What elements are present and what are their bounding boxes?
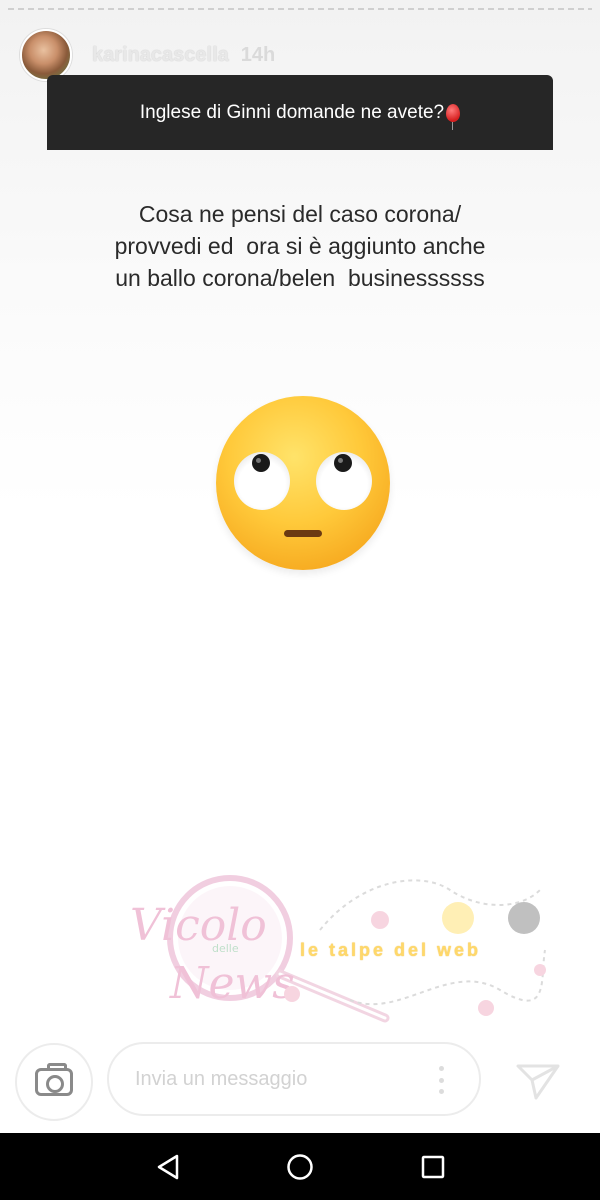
- balloon-icon: [446, 103, 461, 130]
- question-sticker: Inglese di Ginni domande ne avete?: [47, 75, 553, 150]
- answer-line-1: Cosa ne pensi del caso corona/: [138, 201, 462, 227]
- mouth: [284, 530, 322, 537]
- svg-text:Vicolo: Vicolo: [130, 900, 267, 951]
- android-nav-bar: [0, 1133, 600, 1200]
- rolling-eyes-emoji-icon: [216, 396, 390, 570]
- username[interactable]: karinacascella: [92, 44, 229, 67]
- question-text: Inglese di Ginni domande ne avete?: [139, 101, 445, 123]
- svg-text:delle: delle: [212, 942, 239, 955]
- reply-bar: [0, 1030, 600, 1133]
- home-icon[interactable]: [284, 1151, 316, 1183]
- left-eye: [234, 452, 290, 510]
- back-icon[interactable]: [152, 1151, 184, 1183]
- more-vertical-icon[interactable]: [437, 1066, 445, 1094]
- svg-text:News: News: [169, 958, 295, 1009]
- recent-apps-icon[interactable]: [417, 1151, 449, 1183]
- answer-line-3: un ballo corona/belen businessssss: [115, 265, 485, 291]
- story-view[interactable]: karinacascella 14h Inglese di Ginni doma…: [0, 0, 600, 1133]
- answer-line-2: provvedi ed ora si è aggiunto anche: [114, 233, 486, 259]
- send-icon[interactable]: [512, 1054, 564, 1106]
- message-input[interactable]: [107, 1042, 481, 1116]
- camera-button[interactable]: [15, 1043, 93, 1121]
- story-header: karinacascella 14h: [20, 29, 276, 81]
- avatar[interactable]: [20, 29, 72, 81]
- watermark-tagline: le talpe del web: [300, 940, 482, 960]
- story-progress-bar: [8, 8, 592, 11]
- post-time: 14h: [240, 43, 276, 66]
- answer-text: Cosa ne pensi del caso corona/ provvedi …: [40, 198, 560, 294]
- right-eye: [316, 452, 372, 510]
- camera-icon: [35, 1063, 73, 1096]
